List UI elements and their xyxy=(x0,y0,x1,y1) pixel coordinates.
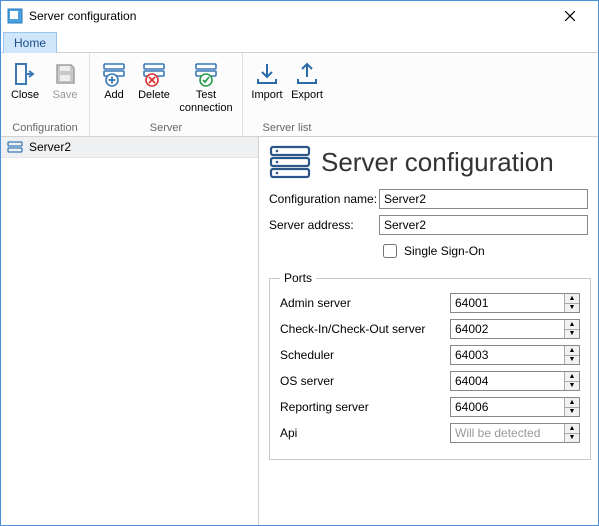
spinner-arrows[interactable]: ▲▼ xyxy=(564,372,579,390)
spin-up-icon[interactable]: ▲ xyxy=(565,398,579,408)
page-title: Server configuration xyxy=(321,147,554,178)
spinner-arrows[interactable]: ▲▼ xyxy=(564,346,579,364)
config-name-label: Configuration name: xyxy=(269,192,379,206)
spin-up-icon[interactable]: ▲ xyxy=(565,372,579,382)
server-list-sidebar[interactable]: Server2 xyxy=(1,137,259,525)
save-label: Save xyxy=(52,89,77,102)
spin-down-icon[interactable]: ▼ xyxy=(565,304,579,313)
window-close-button[interactable] xyxy=(550,2,590,30)
add-button[interactable]: Add xyxy=(94,57,134,104)
admin-port-spinner[interactable]: ▲▼ xyxy=(450,293,580,313)
panel-header: Server configuration xyxy=(269,145,588,179)
delete-button[interactable]: Delete xyxy=(134,57,174,104)
spin-down-icon[interactable]: ▼ xyxy=(565,330,579,339)
os-port-input[interactable] xyxy=(451,372,564,390)
cico-port-spinner[interactable]: ▲▼ xyxy=(450,319,580,339)
ribbon-group-serverlist: Import Export Server list xyxy=(243,53,331,136)
admin-port-label: Admin server xyxy=(280,296,450,310)
api-port-input[interactable] xyxy=(451,424,564,442)
report-port-label: Reporting server xyxy=(280,400,450,414)
os-port-row: OS server ▲▼ xyxy=(280,371,580,391)
admin-port-row: Admin server ▲▼ xyxy=(280,293,580,313)
spin-down-icon[interactable]: ▼ xyxy=(565,408,579,417)
close-button[interactable]: Close xyxy=(5,57,45,104)
export-label: Export xyxy=(291,89,323,102)
spin-down-icon[interactable]: ▼ xyxy=(565,382,579,391)
import-button[interactable]: Import xyxy=(247,57,287,104)
group-label-serverlist: Server list xyxy=(243,121,331,136)
content-area: Server2 Server configuration xyxy=(1,137,598,525)
window-title: Server configuration xyxy=(29,9,550,23)
floppy-disk-icon xyxy=(52,59,78,89)
os-port-label: OS server xyxy=(280,374,450,388)
config-name-input[interactable] xyxy=(379,189,588,209)
ports-legend: Ports xyxy=(280,271,316,285)
sched-port-spinner[interactable]: ▲▼ xyxy=(450,345,580,365)
close-label: Close xyxy=(11,89,39,102)
add-label: Add xyxy=(104,89,124,102)
server-add-icon xyxy=(100,59,128,89)
delete-label: Delete xyxy=(138,89,170,102)
cico-port-input[interactable] xyxy=(451,320,564,338)
cico-port-label: Check-In/Check-Out server xyxy=(280,322,450,336)
server-address-label: Server address: xyxy=(269,218,379,232)
api-port-row: Api ▲▼ xyxy=(280,423,580,443)
ribbon-tabbar: Home xyxy=(1,31,598,53)
api-port-label: Api xyxy=(280,426,450,440)
door-exit-icon xyxy=(12,59,38,89)
group-label-configuration: Configuration xyxy=(1,121,89,136)
sso-row: Single Sign-On xyxy=(379,241,588,261)
spinner-arrows[interactable]: ▲▼ xyxy=(564,424,579,442)
import-icon xyxy=(254,59,280,89)
spinner-arrows[interactable]: ▲▼ xyxy=(564,294,579,312)
spinner-arrows[interactable]: ▲▼ xyxy=(564,320,579,338)
sso-label: Single Sign-On xyxy=(404,244,485,258)
export-icon xyxy=(294,59,320,89)
server-delete-icon xyxy=(140,59,168,89)
server-address-row: Server address: xyxy=(269,215,588,235)
server-test-icon xyxy=(192,59,220,89)
spin-up-icon[interactable]: ▲ xyxy=(565,294,579,304)
list-item-label: Server2 xyxy=(29,140,71,154)
export-button[interactable]: Export xyxy=(287,57,327,104)
os-port-spinner[interactable]: ▲▼ xyxy=(450,371,580,391)
spin-down-icon[interactable]: ▼ xyxy=(565,434,579,443)
config-name-row: Configuration name: xyxy=(269,189,588,209)
report-port-row: Reporting server ▲▼ xyxy=(280,397,580,417)
ribbon-group-configuration: Close Save Configuration xyxy=(1,53,90,136)
spin-up-icon[interactable]: ▲ xyxy=(565,346,579,356)
report-port-spinner[interactable]: ▲▼ xyxy=(450,397,580,417)
ribbon: Close Save Configuration xyxy=(1,53,598,137)
import-label: Import xyxy=(251,89,282,102)
server-address-input[interactable] xyxy=(379,215,588,235)
ribbon-group-server: Add Delete xyxy=(90,53,243,136)
app-icon xyxy=(7,8,23,24)
sched-port-label: Scheduler xyxy=(280,348,450,362)
sched-port-input[interactable] xyxy=(451,346,564,364)
spin-up-icon[interactable]: ▲ xyxy=(565,320,579,330)
list-item[interactable]: Server2 xyxy=(1,137,258,158)
test-connection-button[interactable]: Test connection xyxy=(174,57,238,116)
save-button[interactable]: Save xyxy=(45,57,85,104)
tab-home[interactable]: Home xyxy=(3,32,57,53)
test-label: Test connection xyxy=(174,89,238,114)
spinner-arrows[interactable]: ▲▼ xyxy=(564,398,579,416)
report-port-input[interactable] xyxy=(451,398,564,416)
main-panel: Server configuration Configuration name:… xyxy=(259,137,598,525)
group-label-server: Server xyxy=(90,121,242,136)
cico-port-row: Check-In/Check-Out server ▲▼ xyxy=(280,319,580,339)
spin-down-icon[interactable]: ▼ xyxy=(565,356,579,365)
api-port-spinner[interactable]: ▲▼ xyxy=(450,423,580,443)
sso-checkbox[interactable] xyxy=(383,244,397,258)
spin-up-icon[interactable]: ▲ xyxy=(565,424,579,434)
sched-port-row: Scheduler ▲▼ xyxy=(280,345,580,365)
window: Server configuration Home Close Sav xyxy=(0,0,599,526)
server-large-icon xyxy=(269,145,311,179)
titlebar: Server configuration xyxy=(1,1,598,31)
server-small-icon xyxy=(7,141,23,153)
admin-port-input[interactable] xyxy=(451,294,564,312)
ports-fieldset: Ports Admin server ▲▼ Check-In/Check-Out… xyxy=(269,271,591,460)
